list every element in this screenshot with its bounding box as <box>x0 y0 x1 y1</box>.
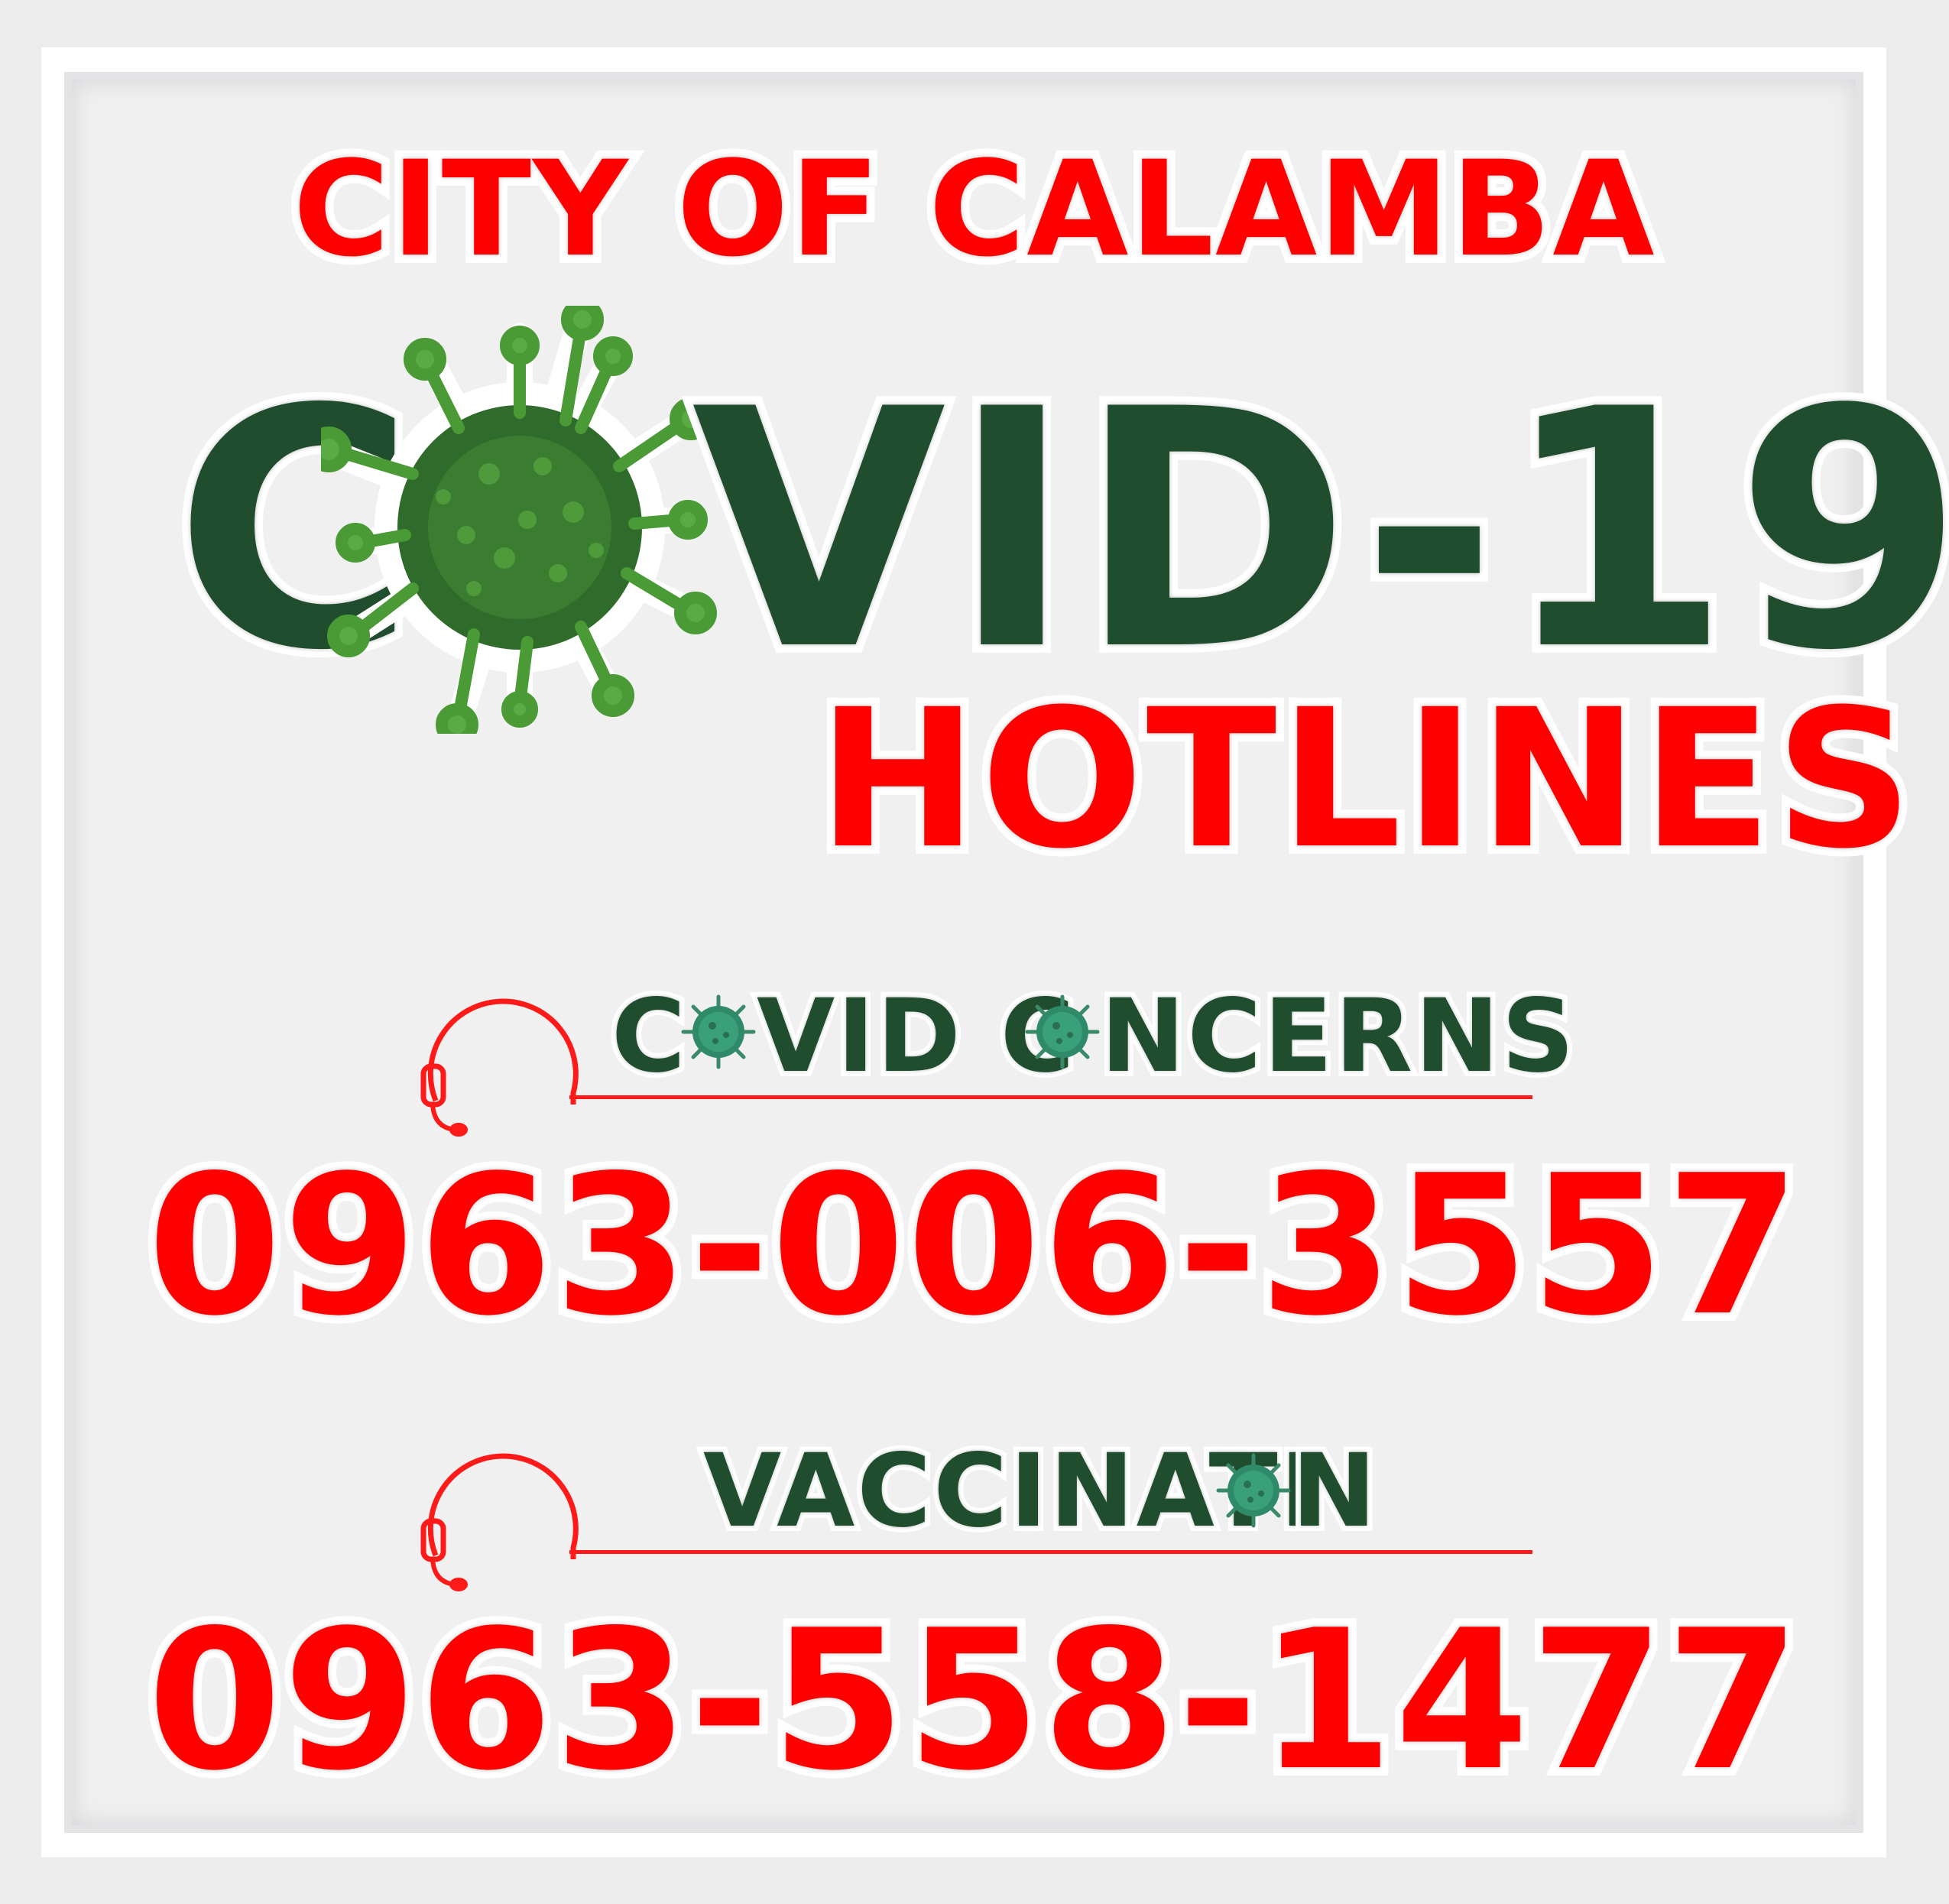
divider-line <box>569 1550 1532 1554</box>
city-title: CITY OF CALAMBA <box>284 132 1662 286</box>
section-label-covid-concerns-end: NCERNS <box>1095 978 1580 1095</box>
coronavirus-icon <box>321 306 717 734</box>
coronavirus-icon <box>681 994 756 1069</box>
coronavirus-icon <box>1025 994 1100 1069</box>
headset-icon <box>420 1453 579 1591</box>
phone-covid-concerns[interactable]: 0963-006-3557 <box>0 1142 1949 1351</box>
hotlines-heading: HOTLINES <box>809 668 1921 890</box>
section-label-vaccination-end: N <box>1286 1432 1382 1550</box>
section-label-covid-concerns-c: C <box>606 978 691 1095</box>
divider-line <box>569 1095 1532 1099</box>
headset-icon <box>420 998 579 1137</box>
covid-title-rest: VID-19 <box>683 340 1949 722</box>
phone-vaccination[interactable]: 0963-558-1477 <box>0 1597 1949 1806</box>
coronavirus-icon <box>1216 1453 1291 1528</box>
